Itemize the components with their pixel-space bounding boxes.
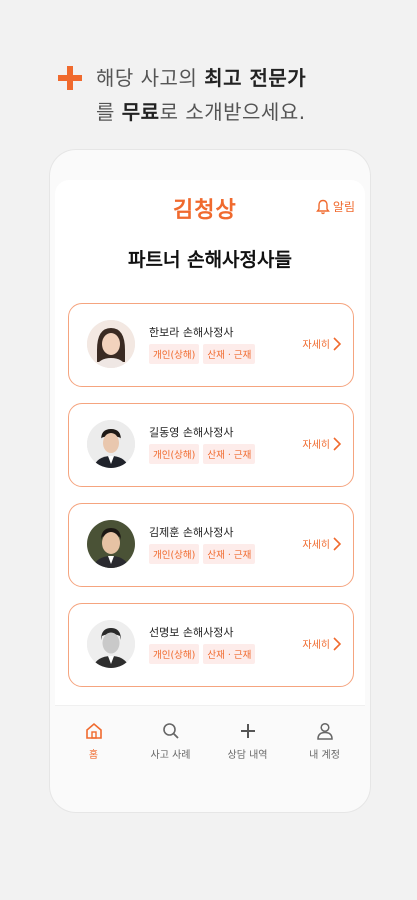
tag: 산재 · 근재 xyxy=(203,544,256,564)
partner-card[interactable]: 한보라 손해사정사 개인(상해) 산재 · 근재 자세히 xyxy=(68,303,354,387)
detail-label: 자세히 xyxy=(302,640,330,651)
partner-name: 길동영 손해사정사 xyxy=(149,426,234,439)
partner-name: 한보라 손해사정사 xyxy=(149,326,234,339)
detail-label: 자세히 xyxy=(302,540,330,551)
detail-label: 자세히 xyxy=(302,340,330,351)
avatar xyxy=(87,420,135,468)
partner-tags: 개인(상해) 산재 · 근재 xyxy=(149,344,256,364)
partner-name: 김제훈 손해사정사 xyxy=(149,526,234,539)
tag: 개인(상해) xyxy=(149,344,200,364)
partner-card[interactable]: 선명보 손해사정사 개인(상해) 산재 · 근재 자세히 xyxy=(68,603,354,687)
tab-label: 상담 내역 xyxy=(227,750,268,761)
partner-tags: 개인(상해) 산재 · 근재 xyxy=(149,444,256,464)
partner-name: 선명보 손해사정사 xyxy=(149,626,234,639)
promo-line-2: 를 무료로 소개받으세요. xyxy=(96,100,306,124)
chevron-right-icon xyxy=(333,636,341,651)
bottom-tab-bar: 홈 사고 사례 상담 내역 내 계정 xyxy=(55,705,365,780)
alarm-button[interactable]: 알림 xyxy=(316,198,355,215)
alarm-label: 알림 xyxy=(332,200,355,214)
tab-my-account[interactable]: 내 계정 xyxy=(286,720,363,761)
bell-icon xyxy=(316,199,330,214)
app-screen: 김청상 알림 파트너 손해사정사들 한보라 손해사정사 개인(상해) 산재 · … xyxy=(55,180,365,780)
partner-card[interactable]: 김제훈 손해사정사 개인(상해) 산재 · 근재 자세히 xyxy=(68,503,354,587)
tag: 산재 · 근재 xyxy=(203,644,256,664)
avatar-photo xyxy=(87,320,135,368)
partner-card[interactable]: 길동영 손해사정사 개인(상해) 산재 · 근재 자세히 xyxy=(68,403,354,487)
chevron-right-icon xyxy=(333,436,341,451)
search-icon xyxy=(162,723,179,739)
detail-link[interactable]: 자세히 xyxy=(302,436,341,451)
avatar-photo xyxy=(87,620,135,668)
app-header: 김청상 알림 xyxy=(55,180,365,232)
partner-tags: 개인(상해) 산재 · 근재 xyxy=(149,644,256,664)
detail-link[interactable]: 자세히 xyxy=(302,536,341,551)
plus-icon xyxy=(58,66,82,90)
tab-label: 홈 xyxy=(88,750,99,761)
tab-label: 내 계정 xyxy=(309,750,340,761)
tab-home[interactable]: 홈 xyxy=(55,720,132,761)
avatar xyxy=(87,520,135,568)
avatar-photo xyxy=(87,420,135,468)
detail-link[interactable]: 자세히 xyxy=(302,336,341,351)
avatar-photo xyxy=(87,520,135,568)
chevron-right-icon xyxy=(333,336,341,351)
phone-frame: 김청상 알림 파트너 손해사정사들 한보라 손해사정사 개인(상해) 산재 · … xyxy=(50,150,370,812)
tag: 산재 · 근재 xyxy=(203,444,256,464)
chevron-right-icon xyxy=(333,536,341,551)
detail-label: 자세히 xyxy=(302,440,330,451)
tag: 개인(상해) xyxy=(149,444,200,464)
page-title: 파트너 손해사정사들 xyxy=(128,249,292,271)
avatar xyxy=(87,320,135,368)
detail-link[interactable]: 자세히 xyxy=(302,636,341,651)
tab-accident-cases[interactable]: 사고 사례 xyxy=(132,720,209,761)
promo-line-1: 해당 사고의 최고 전문가 xyxy=(96,66,307,90)
tag: 개인(상해) xyxy=(149,644,200,664)
plus-icon xyxy=(240,724,255,738)
tab-label: 사고 사례 xyxy=(150,750,191,761)
partner-tags: 개인(상해) 산재 · 근재 xyxy=(149,544,256,564)
home-icon xyxy=(85,722,102,739)
tab-consultation-history[interactable]: 상담 내역 xyxy=(209,720,286,761)
tag: 개인(상해) xyxy=(149,544,200,564)
avatar xyxy=(87,620,135,668)
user-icon xyxy=(316,722,333,740)
tag: 산재 · 근재 xyxy=(203,344,256,364)
app-logo: 김청상 xyxy=(173,198,237,223)
